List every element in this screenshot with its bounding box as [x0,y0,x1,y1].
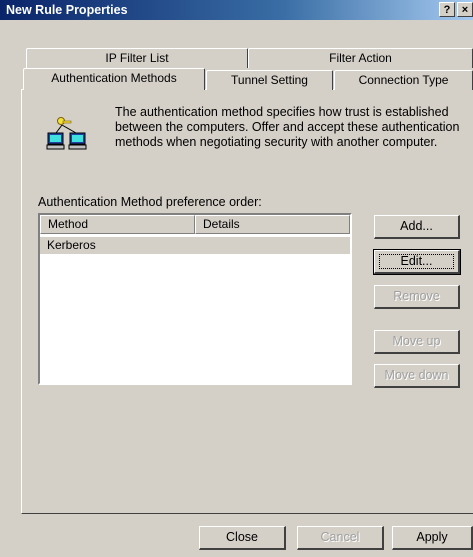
tab-authentication-methods[interactable]: Authentication Methods [23,68,205,90]
edit-button[interactable]: Edit... [373,249,461,275]
tab-tunnel-setting[interactable]: Tunnel Setting [206,70,333,90]
close-button[interactable]: Close [199,526,286,550]
column-label: Method [48,217,89,231]
tab-label: Tunnel Setting [231,73,308,87]
column-header-details[interactable]: Details [195,215,350,234]
network-computers-icon [46,117,87,150]
list-item-method: Kerberos [47,238,96,252]
move-up-button[interactable]: Move up [374,330,460,354]
add-button[interactable]: Add... [374,215,460,239]
tab-label: Filter Action [329,51,392,65]
cancel-button[interactable]: Cancel [297,526,384,550]
tab-filter-action[interactable]: Filter Action [248,48,473,68]
move-down-button[interactable]: Move down [374,364,460,388]
help-button[interactable]: ? [439,2,455,17]
close-window-button[interactable]: × [457,2,473,17]
tab-label: IP Filter List [105,51,169,65]
column-header-method[interactable]: Method [40,215,195,234]
column-label: Details [203,217,240,231]
focus-ring [379,254,454,269]
window-title: New Rule Properties [6,3,128,17]
authentication-methods-list[interactable]: Method Details Kerberos [38,213,352,385]
tab-connection-type[interactable]: Connection Type [334,70,473,90]
title-bar[interactable]: New Rule Properties ? × [0,0,473,20]
description-text: The authentication method specifies how … [115,105,460,149]
list-item[interactable]: Kerberos [40,237,350,254]
tab-label: Authentication Methods [51,71,177,85]
preference-order-label: Authentication Method preference order: [38,195,262,209]
apply-button[interactable]: Apply [392,526,473,550]
tab-label: Connection Type [358,73,449,87]
tab-ip-filter-list[interactable]: IP Filter List [26,48,248,68]
remove-button[interactable]: Remove [374,285,460,309]
